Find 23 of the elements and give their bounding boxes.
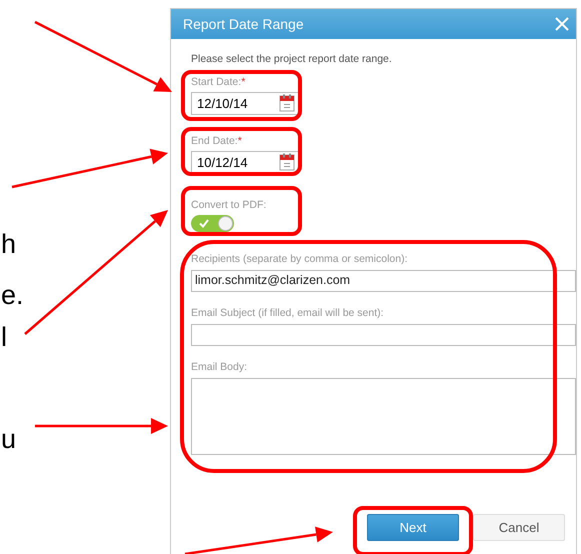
check-icon [199,218,209,228]
field-label: Email Subject (if filled, email will be sent): [191,306,384,320]
field-label: End Date:* [191,134,242,148]
calendar-icon[interactable] [279,94,295,112]
field-label: Start Date:* [191,74,246,89]
text-field[interactable] [191,324,576,346]
field-label: Convert to PDF: [191,198,266,212]
toggle-switch[interactable] [191,214,234,232]
slide-text: e. [1,279,24,311]
instruction-text: Please select the project report date range. [191,52,393,67]
slide-text: u [1,423,16,455]
field-label: Recipients (separate by comma or semicolon): [191,252,408,266]
slide-text: l [1,321,7,353]
date-field[interactable]: 12/10/14 [191,92,299,115]
dialog-title: Report Date Range [183,14,304,34]
slide-text: h [1,228,16,260]
field-label: Email Body: [191,360,248,374]
date-field[interactable]: 10/12/14 [191,150,299,174]
cancel-button[interactable]: Cancel [473,514,565,541]
text-area[interactable] [191,378,576,455]
close-icon[interactable] [554,16,570,32]
calendar-icon[interactable] [279,153,295,172]
text-field[interactable]: limor.schmitz@clarizen.com [191,270,576,292]
